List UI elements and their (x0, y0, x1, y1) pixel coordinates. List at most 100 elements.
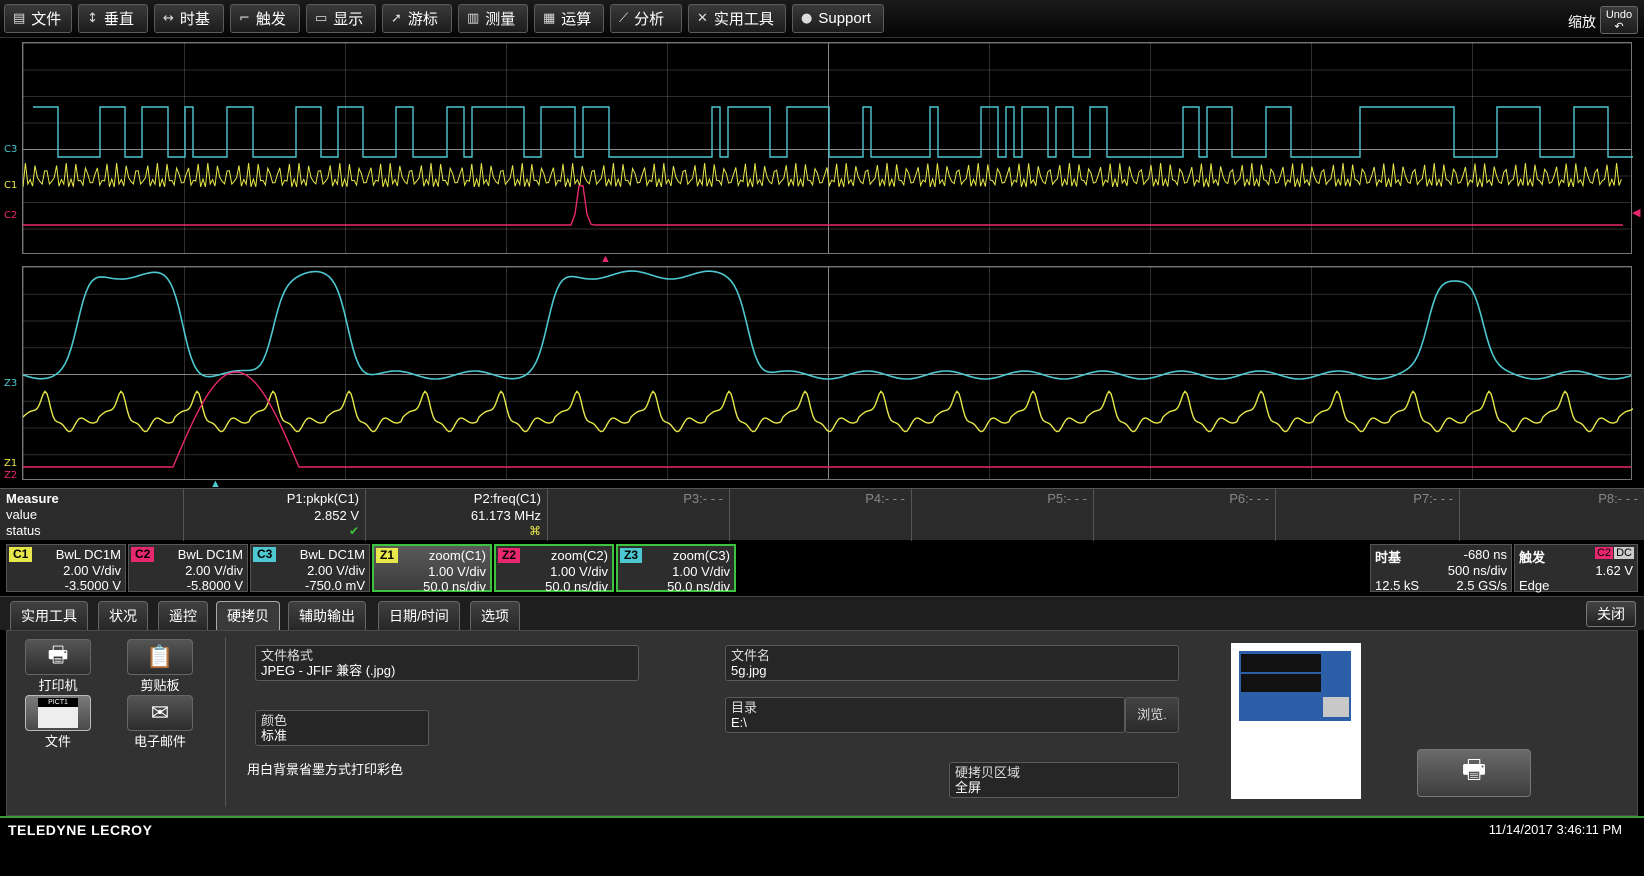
menu-math[interactable]: ▦ 运算 (534, 4, 604, 33)
clipboard-button[interactable]: 📋 (127, 639, 193, 675)
clipboard-label: 剪贴板 (140, 678, 180, 693)
channel-descriptor-bar: C1 BwL DC1M 2.00 V/div -3.5000 V C2 BwL DC… (0, 542, 1644, 594)
support-icon: ● (801, 11, 813, 26)
menu-utilities[interactable]: ✕ 实用工具 (688, 4, 786, 33)
menu-bar: ▤ 文件 ↕ 垂直 ↔ 时基 ⌐ 触发 ▭ 显示 ➚ 游标 ▥ 测量 ▦ 运算 ⟋ 分析 ✕ 实用工… (0, 0, 1644, 38)
menu-file[interactable]: ▤ 文件 (4, 4, 72, 33)
trace-label-c2[interactable]: C2 (4, 210, 17, 221)
measure-header: Measure value status (0, 489, 184, 541)
hardcopy-panel: 🖶 打印机 📋 剪贴板 PICT1 文件 ✉ 电子邮件 文件格式 JPEG - … (6, 630, 1638, 816)
hardcopy-preview (1231, 643, 1361, 799)
measure-table[interactable]: Measure value status P1:pkpk(C1) 2.852 V ✔ P… (0, 488, 1644, 541)
browse-button[interactable]: 浏览. (1125, 697, 1179, 733)
menu-trigger[interactable]: ⌐ 触发 (230, 4, 300, 33)
file-output-button[interactable]: PICT1 (25, 695, 91, 731)
display-icon: ▭ (315, 11, 328, 26)
tab-options[interactable]: 选项 (470, 601, 520, 631)
measure-p1[interactable]: P1:pkpk(C1) 2.852 V ✔ (184, 489, 366, 541)
descriptor-c2[interactable]: C2 BwL DC1M 2.00 V/div -5.8000 V (128, 544, 248, 593)
trace-label-c1[interactable]: C1 (4, 180, 17, 191)
trigger-icon: ⌐ (239, 11, 250, 26)
measure-p8[interactable]: P8:- - - (1460, 489, 1644, 541)
clipboard-icon: 📋 (146, 644, 174, 669)
trace-label-z1[interactable]: Z1 (4, 458, 17, 469)
timebase-icon: ↔ (163, 11, 174, 26)
menu-support[interactable]: ● Support (792, 4, 884, 33)
tab-date-time[interactable]: 日期/时间 (378, 601, 460, 631)
trigger-descriptor[interactable]: 触发 C2 DC 1.62 V Edge (1514, 544, 1638, 593)
menu-cursors[interactable]: ➚ 游标 (382, 4, 452, 33)
descriptor-z1[interactable]: Z1 zoom(C1) 1.00 V/div 50.0 ns/div (372, 544, 492, 594)
measure-p7[interactable]: P7:- - - (1276, 489, 1460, 541)
menu-timebase[interactable]: ↔ 时基 (154, 4, 224, 33)
print-now-button[interactable]: 🖶 (1417, 749, 1531, 797)
main-traces (23, 106, 1633, 226)
color-select[interactable]: 颜色 标准 (255, 710, 429, 746)
trace-label-z3[interactable]: Z3 (4, 378, 17, 389)
close-button[interactable]: 关闭 (1586, 601, 1636, 627)
descriptor-z3[interactable]: Z3 zoom(C3) 1.00 V/div 50.0 ns/div (616, 544, 736, 594)
hardcopy-area-select[interactable]: 硬拷贝区域 全屏 (949, 762, 1179, 798)
printer-label: 打印机 (38, 678, 78, 693)
tab-status[interactable]: 状况 (98, 601, 148, 631)
date-time: 11/14/2017 3:46:11 PM (1488, 822, 1622, 837)
trace-z1 (23, 390, 1633, 433)
menu-measure[interactable]: ▥ 测量 (458, 4, 528, 33)
measure-p3[interactable]: P3:- - - (548, 489, 730, 541)
timebase-descriptor[interactable]: 时基 -680 ns 500 ns/div 12.5 kS 2.5 GS/s (1370, 544, 1512, 593)
tools-icon: ✕ (697, 11, 708, 26)
trace-z3 (23, 270, 1632, 380)
tab-aux-output[interactable]: 辅助输出 (288, 601, 366, 631)
directory-field[interactable]: 目录 E:\ (725, 697, 1125, 733)
measure-p5[interactable]: P5:- - - (912, 489, 1094, 541)
math-icon: ▦ (543, 11, 556, 26)
trace-label-z2[interactable]: Z2 (4, 470, 17, 481)
preview-screenshot-thumbnail (1239, 651, 1351, 721)
email-label: 电子邮件 (133, 734, 186, 749)
menu-display[interactable]: ▭ 显示 (306, 4, 376, 33)
undo-button[interactable]: Undo ↶ (1600, 6, 1638, 34)
measure-p4[interactable]: P4:- - - (730, 489, 912, 541)
measure-p2[interactable]: P2:freq(C1) 61.173 MHz ⌘ (366, 489, 548, 541)
cursor-icon: ➚ (391, 11, 402, 26)
trigger-position-marker-icon[interactable]: ▲ (600, 253, 611, 265)
descriptor-z2[interactable]: Z2 zoom(C2) 1.00 V/div 50.0 ns/div (494, 544, 614, 594)
menu-analysis[interactable]: ⟋ 分析 (610, 4, 682, 33)
main-waveform-grid[interactable] (22, 42, 1633, 254)
dialog-tabs: 实用工具 状况 遥控 硬拷贝 辅助输出 日期/时间 选项 关闭 (0, 596, 1644, 632)
menu-vertical[interactable]: ↕ 垂直 (78, 4, 148, 33)
tab-utilities[interactable]: 实用工具 (10, 601, 88, 631)
measure-p6[interactable]: P6:- - - (1094, 489, 1276, 541)
filename-field[interactable]: 文件名 5g.jpg (725, 645, 1179, 681)
printer-icon: 🖶 (1461, 754, 1487, 784)
trace-c3 (33, 106, 1633, 158)
undo-icon: ↶ (1614, 21, 1624, 33)
tab-hardcopy[interactable]: 硬拷贝 (216, 601, 280, 632)
zoom-waveform-grid[interactable] (22, 266, 1633, 480)
file-icon: ▤ (13, 11, 26, 26)
descriptor-c1[interactable]: C1 BwL DC1M 2.00 V/div -3.5000 V (6, 544, 126, 593)
file-label: 文件 (44, 734, 71, 749)
file-image-icon: PICT1 (38, 698, 78, 728)
trace-label-c3[interactable]: C3 (4, 144, 17, 155)
oscilloscope-screen: ▤ 文件 ↕ 垂直 ↔ 时基 ⌐ 触发 ▭ 显示 ➚ 游标 ▥ 测量 ▦ 运算 ⟋ 分析 ✕ 实用工… (0, 0, 1644, 876)
vertical-icon: ↕ (87, 11, 98, 26)
status-footer: TELEDYNE LECROY 11/14/2017 3:46:11 PM (0, 816, 1644, 876)
panel-divider (225, 637, 226, 807)
measure-icon: ▥ (467, 11, 480, 26)
descriptor-c3[interactable]: C3 BwL DC1M 2.00 V/div -750.0 mV (250, 544, 370, 593)
trace-c2 (23, 185, 1623, 226)
tab-remote[interactable]: 遥控 (158, 601, 208, 631)
save-ink-note[interactable]: 用白背景省墨方式打印彩色 (247, 759, 403, 778)
email-icon: ✉ (150, 700, 170, 725)
trigger-level-marker-icon[interactable]: ◀ (1632, 206, 1640, 219)
printer-button[interactable]: 🖶 (25, 639, 91, 675)
brand-logo: TELEDYNE LECROY (8, 822, 153, 838)
file-format-select[interactable]: 文件格式 JPEG - JFIF 兼容 (.jpg) (255, 645, 639, 681)
analysis-icon: ⟋ (619, 11, 629, 26)
email-button[interactable]: ✉ (127, 695, 193, 731)
printer-icon: 🖶 (47, 642, 69, 667)
trace-c1 (23, 162, 1622, 188)
zoom-traces (23, 270, 1633, 468)
zoom-label[interactable]: 缩放 (1568, 12, 1596, 32)
